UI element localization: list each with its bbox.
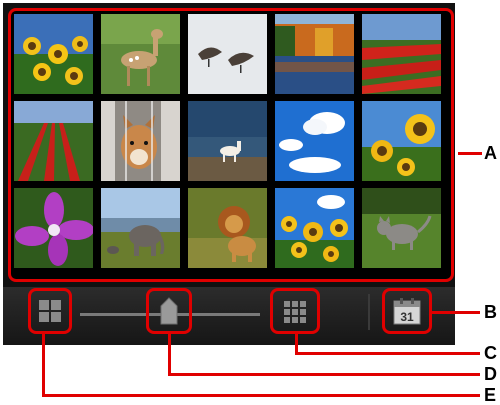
photo-thumbnail-birds[interactable] [188, 14, 267, 94]
callout-line-d-horizontal [168, 373, 480, 376]
multi-photo-view-button[interactable] [270, 288, 320, 334]
photo-thumbnail-dog[interactable] [101, 101, 180, 181]
horse-on-beach-photo [188, 101, 267, 181]
photo-thumbnail-autumn-lake[interactable] [275, 14, 354, 94]
birds-in-snow-photo [188, 14, 267, 94]
calendar-icon: 31 [393, 298, 421, 325]
slider-handle-icon [160, 297, 178, 325]
photo-thumbnail-tulip-rows[interactable] [14, 101, 93, 181]
lion-photo [188, 188, 267, 268]
tulip-rows-photo [14, 101, 93, 181]
callout-line-e-horizontal [42, 394, 480, 397]
callout-line-e-vertical [42, 334, 45, 396]
zoom-slider-handle[interactable] [146, 288, 192, 334]
photo-thumbnail-deer[interactable] [101, 14, 180, 94]
photo-thumbnail-clouds[interactable] [275, 101, 354, 181]
callout-line-c-horizontal [295, 352, 480, 355]
sunflowers-closeup-photo [362, 101, 441, 181]
photo-thumbnail-purple-flower[interactable] [14, 188, 93, 268]
sunflowers-photo [14, 14, 93, 94]
photo-thumbnail-horse[interactable] [188, 101, 267, 181]
photo-thumbnail-elephant[interactable] [101, 188, 180, 268]
tulip-field-photo [362, 14, 441, 94]
dog-in-doorway-photo [101, 101, 180, 181]
photo-thumbnail-tulip-field[interactable] [362, 14, 441, 94]
elephant-photo [101, 188, 180, 268]
autumn-lake-photo [275, 14, 354, 94]
callout-label-b: B [484, 302, 497, 322]
callout-line-d-vertical [168, 334, 171, 375]
date-view-button[interactable]: 31 [382, 288, 432, 334]
cat-on-grass-photo [362, 188, 441, 268]
sunflowers-sky-photo [275, 188, 354, 268]
four-grid-icon [39, 300, 61, 322]
deer-photo [101, 14, 180, 94]
callout-line-a [458, 152, 482, 155]
toolbar-divider [368, 294, 370, 330]
photo-thumbnail-sunflower-closeup[interactable] [362, 101, 441, 181]
nine-grid-icon [284, 301, 306, 323]
callout-label-e: E [484, 385, 497, 405]
photo-thumbnail-sunflowers-sky[interactable] [275, 188, 354, 268]
photo-thumbnail-cat[interactable] [362, 188, 441, 268]
callout-label-d: D [484, 364, 497, 384]
photo-thumbnail-sunflowers[interactable] [14, 14, 93, 94]
callout-label-a: A [484, 143, 497, 163]
callout-line-c-vertical [295, 334, 298, 354]
single-view-button[interactable] [28, 288, 72, 334]
blue-sky-clouds-photo [275, 101, 354, 181]
callout-line-b [432, 311, 480, 314]
photo-thumbnail-lion[interactable] [188, 188, 267, 268]
callout-label-c: C [484, 343, 497, 363]
purple-flower-photo [14, 188, 93, 268]
photo-grid [8, 8, 454, 282]
calendar-day-text: 31 [400, 310, 414, 324]
